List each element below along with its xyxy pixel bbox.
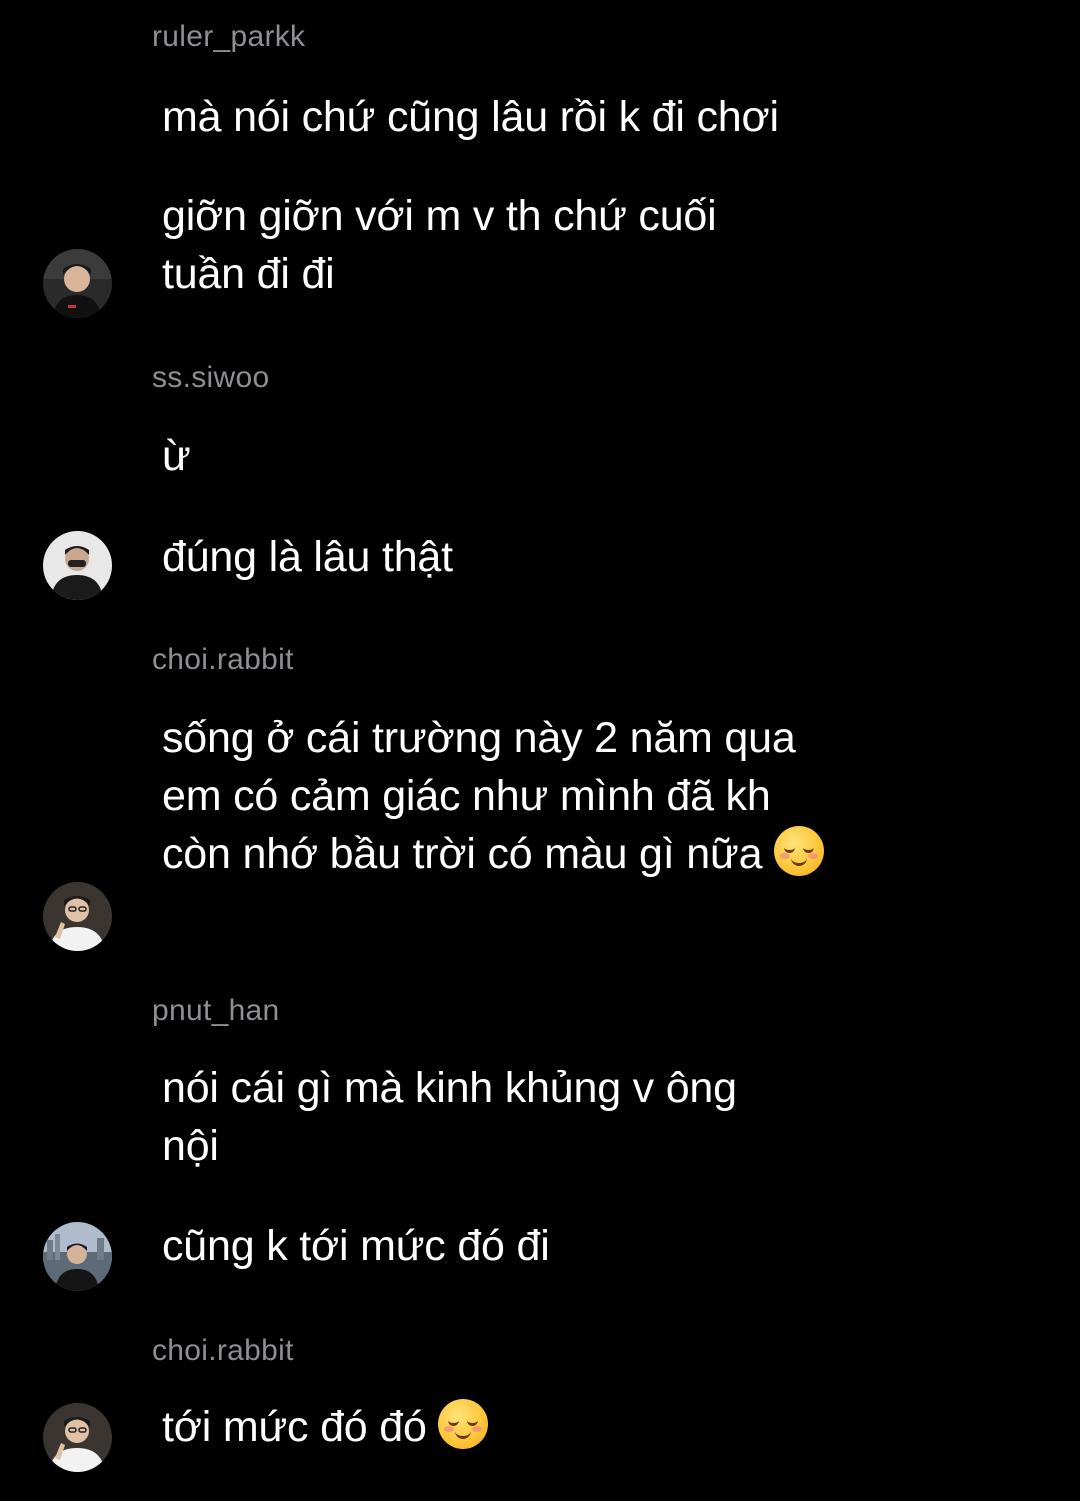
message-bubble[interactable]: ừ	[162, 427, 862, 485]
avatar[interactable]	[43, 882, 112, 951]
sender-username[interactable]: ruler_parkk	[152, 20, 305, 54]
avatar[interactable]	[43, 249, 112, 318]
message-bubble[interactable]: nói cái gì mà kinh khủng v ông nội	[162, 1059, 782, 1175]
avatar[interactable]	[43, 1403, 112, 1472]
message-bubble[interactable]: đúng là lâu thật	[162, 528, 862, 586]
message-bubble[interactable]: mà nói chứ cũng lâu rồi k đi chơi	[162, 88, 862, 146]
message-bubble[interactable]: giỡn giỡn với m v th chứ cuối tuần đi đi	[162, 187, 762, 303]
sender-username[interactable]: pnut_han	[152, 994, 280, 1028]
message-text: tới mức đó đó	[162, 1403, 427, 1451]
sender-username[interactable]: ss.siwoo	[152, 361, 269, 395]
chat-thread: ruler_parkk mà nói chứ cũng lâu rồi k đi…	[0, 0, 1080, 1501]
avatar[interactable]	[43, 531, 112, 600]
message-bubble[interactable]: tới mức đó đó	[162, 1398, 862, 1456]
sender-username[interactable]: choi.rabbit	[152, 1334, 294, 1368]
message-text: sống ở cái trường này 2 năm qua em có cả…	[162, 714, 796, 878]
message-bubble[interactable]: cũng k tới mức đó đi	[162, 1217, 862, 1275]
message-bubble[interactable]: sống ở cái trường này 2 năm qua em có cả…	[162, 709, 842, 883]
smiling-face-emoji	[774, 826, 825, 876]
avatar[interactable]	[43, 1222, 112, 1291]
smiling-face-emoji	[438, 1399, 489, 1449]
sender-username[interactable]: choi.rabbit	[152, 643, 294, 677]
